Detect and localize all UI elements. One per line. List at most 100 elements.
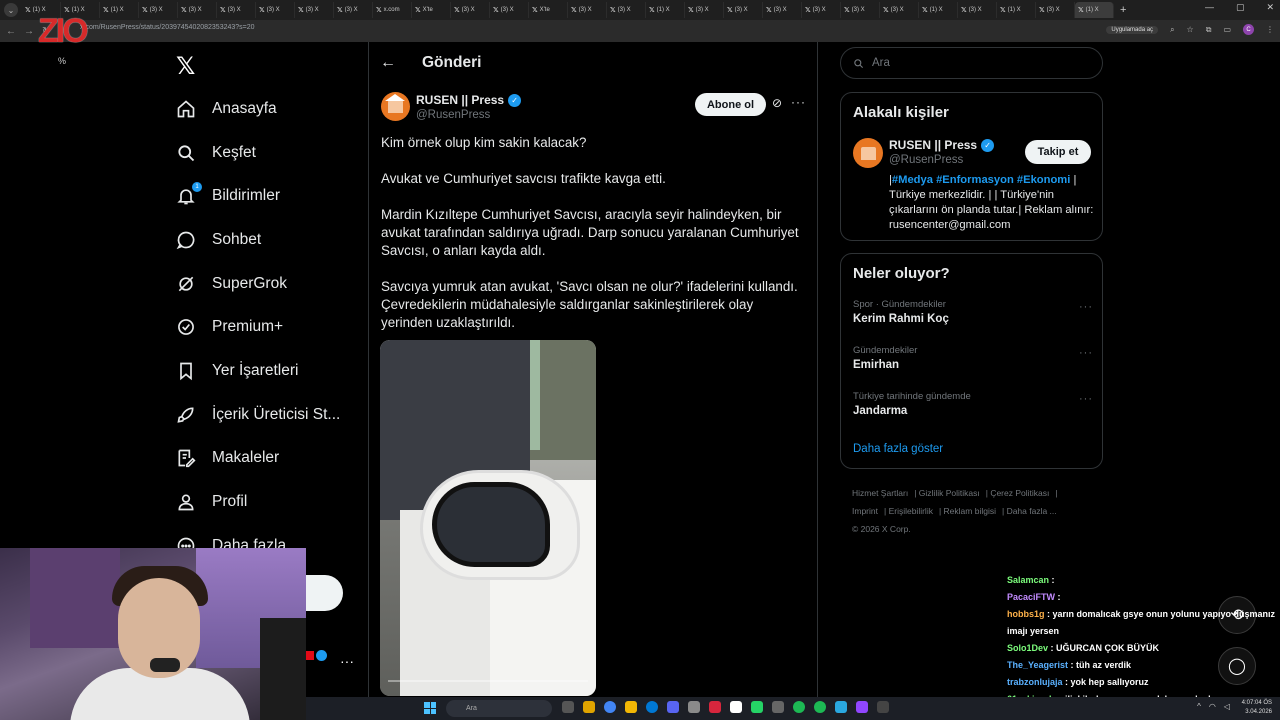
chat-username[interactable]: Salamcan <box>1007 575 1049 585</box>
task-view-icon[interactable] <box>562 701 574 713</box>
follow-button[interactable]: Takip et <box>1025 140 1091 164</box>
browser-tab[interactable]: 𝕏 X'te <box>529 2 568 18</box>
trend-item[interactable]: Türkiye tarihinde gündemde Jandarma ··· <box>853 391 1093 417</box>
folder-icon[interactable] <box>625 701 637 713</box>
browser-tab[interactable]: 𝕏 (3) X <box>451 2 490 18</box>
windows-start-icon[interactable] <box>424 702 436 714</box>
nav-item-creator-studio[interactable]: İçerik Üreticisi St... <box>176 393 340 437</box>
browser-tab[interactable]: 𝕏 (3) X <box>841 2 880 18</box>
browser-tab[interactable]: 𝕏 (3) X <box>139 2 178 18</box>
browser-tab[interactable]: 𝕏 (3) X <box>256 2 295 18</box>
browser-tab[interactable]: 𝕏 (3) X <box>1036 2 1075 18</box>
nav-item-bookmarks[interactable]: Yer İşaretleri <box>176 349 340 393</box>
chrome-icon[interactable] <box>604 701 616 713</box>
footer-link[interactable]: Çerez Politikası <box>990 488 1049 498</box>
browser-tab[interactable]: 𝕏 (3) X <box>178 2 217 18</box>
spotify-icon[interactable] <box>814 701 826 713</box>
author-handle[interactable]: @RusenPress <box>416 109 490 121</box>
browser-tab[interactable]: 𝕏 (1) X <box>1075 2 1114 18</box>
footer-link[interactable]: Gizlilik Politikası <box>919 488 980 498</box>
url-field[interactable]: x.com/RusenPress/status/2039745402082353… <box>80 24 255 31</box>
browser-menu-icon[interactable]: ⋮ <box>1266 25 1274 34</box>
tab-search-icon[interactable]: ⌄ <box>4 3 18 17</box>
sidebar-icon[interactable]: ▭ <box>1223 25 1231 34</box>
video-progress-bar[interactable] <box>388 680 588 682</box>
trend-item[interactable]: Spor · Gündemdekiler Kerim Rahmi Koç ··· <box>853 299 1093 325</box>
app-icon[interactable] <box>688 701 700 713</box>
maximize-icon[interactable]: ▢ <box>1236 2 1245 13</box>
browser-tab[interactable]: 𝕏 (3) X <box>880 2 919 18</box>
browser-tab[interactable]: 𝕏 X'te <box>412 2 451 18</box>
subscribe-button[interactable]: Abone ol <box>695 93 766 116</box>
spotify-icon[interactable] <box>793 701 805 713</box>
close-window-icon[interactable]: ✕ <box>1266 2 1274 13</box>
bookmark-star-icon[interactable]: ☆ <box>1187 25 1194 34</box>
footer-link[interactable]: Daha fazla ... <box>1007 506 1057 516</box>
app-icon[interactable] <box>730 701 742 713</box>
browser-tab[interactable]: 𝕏 (3) X <box>217 2 256 18</box>
bio-hashtag[interactable]: #Enformasyon <box>936 174 1014 186</box>
back-arrow-icon[interactable]: ← <box>380 54 396 72</box>
bio-hashtag[interactable]: #Ekonomi <box>1017 174 1070 186</box>
footer-link[interactable]: Erişilebilirlik <box>889 506 933 516</box>
related-avatar[interactable] <box>853 138 883 168</box>
footer-link[interactable]: Reklam bilgisi <box>944 506 996 516</box>
trend-more-icon[interactable]: ··· <box>1079 347 1093 359</box>
browser-tab[interactable]: 𝕏 (3) X <box>334 2 373 18</box>
browser-tab[interactable]: 𝕏 (1) X <box>919 2 958 18</box>
nav-item-home[interactable]: Anasayfa <box>176 87 340 131</box>
app-icon[interactable] <box>772 701 784 713</box>
taskbar-clock[interactable]: 4:07:04 ÖS 3.04.2026 <box>1242 699 1272 717</box>
browser-tab[interactable]: 𝕏 (1) X <box>100 2 139 18</box>
account-switcher-flags[interactable] <box>306 650 327 661</box>
browser-tab[interactable]: 𝕏x.com <box>373 2 412 18</box>
browser-tab[interactable]: 𝕏 (3) X <box>295 2 334 18</box>
show-more-link[interactable]: Daha fazla göster <box>853 443 943 455</box>
nav-item-chat[interactable]: Sohbet <box>176 218 340 262</box>
browser-tab[interactable]: 𝕏 (3) X <box>763 2 802 18</box>
browser-tab[interactable]: 𝕏 (3) X <box>607 2 646 18</box>
volume-icon[interactable]: ◁ <box>1224 702 1230 711</box>
chat-username[interactable]: The_Yeagerist <box>1007 660 1068 670</box>
nav-item-supergrok[interactable]: SuperGrok <box>176 262 340 306</box>
tray-chevron-icon[interactable]: ^ <box>1197 702 1201 711</box>
chat-username[interactable]: trabzonlujaja <box>1007 677 1063 687</box>
trend-more-icon[interactable]: ··· <box>1079 301 1093 313</box>
chat-username[interactable]: Solo1Dev <box>1007 643 1048 653</box>
app-icon[interactable] <box>856 701 868 713</box>
app-icon[interactable] <box>709 701 721 713</box>
account-more-icon[interactable]: ··· <box>340 653 354 669</box>
profile-avatar[interactable]: C <box>1243 24 1254 35</box>
related-name[interactable]: RUSEN || Press ✓ <box>889 138 995 152</box>
nav-item-profile[interactable]: Profil <box>176 480 340 524</box>
minimize-icon[interactable]: — <box>1205 2 1214 13</box>
trend-item[interactable]: Gündemdekiler Emirhan ··· <box>853 345 1093 371</box>
related-handle[interactable]: @RusenPress <box>889 154 963 166</box>
app-icon[interactable] <box>835 701 847 713</box>
forward-nav-icon[interactable]: → <box>24 26 34 37</box>
browser-tab[interactable]: 𝕏 (1) X <box>646 2 685 18</box>
browser-tab[interactable]: 𝕏 (3) X <box>685 2 724 18</box>
post-more-icon[interactable]: ··· <box>791 95 806 109</box>
edge-icon[interactable] <box>646 701 658 713</box>
back-nav-icon[interactable]: ← <box>6 26 16 37</box>
open-in-app-button[interactable]: Uygulamada aç <box>1106 25 1159 34</box>
chat-username[interactable]: hobbs1g <box>1007 609 1045 619</box>
taskbar-search-input[interactable]: Ara <box>446 700 552 717</box>
nav-item-notifications[interactable]: 1 Bildirimler <box>176 174 340 218</box>
browser-tab[interactable]: 𝕏 (3) X <box>568 2 607 18</box>
nav-item-explore[interactable]: Keşfet <box>176 131 340 175</box>
post-video[interactable] <box>380 340 596 696</box>
file-explorer-icon[interactable] <box>583 701 595 713</box>
extensions-icon[interactable]: ⧉ <box>1206 25 1212 35</box>
browser-tab[interactable]: 𝕏 (3) X <box>724 2 763 18</box>
footer-link[interactable]: Imprint <box>852 506 878 516</box>
discord-icon[interactable] <box>667 701 679 713</box>
author-name[interactable]: RUSEN || Press ✓ <box>416 93 522 107</box>
browser-tab[interactable]: 𝕏 (1) X <box>997 2 1036 18</box>
wifi-icon[interactable]: ◠ <box>1209 702 1216 711</box>
nav-item-articles[interactable]: Makaleler <box>176 437 340 481</box>
search-input[interactable]: Ara <box>840 47 1103 79</box>
new-tab-button[interactable]: + <box>1120 4 1126 16</box>
browser-tab[interactable]: 𝕏 (3) X <box>958 2 997 18</box>
